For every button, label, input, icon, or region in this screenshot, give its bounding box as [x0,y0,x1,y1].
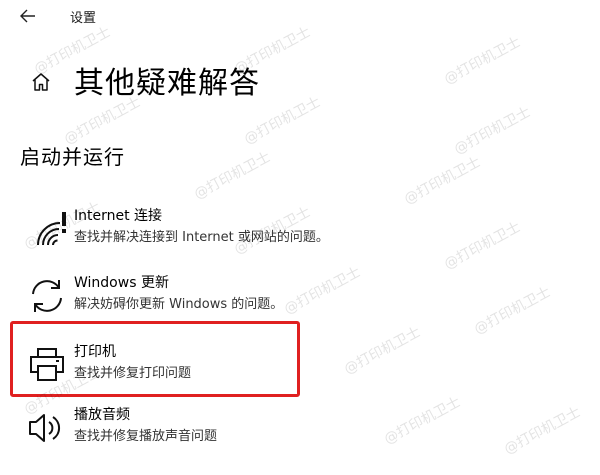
home-button[interactable] [30,71,52,93]
back-button[interactable] [14,4,42,28]
watermark: @打印机卫士 [451,104,534,158]
wifi-icon [37,212,66,246]
troubleshooter-windows-update[interactable]: Windows 更新 解决妨碍你更新 Windows 的问题。 [18,270,418,326]
printer-icon [30,348,64,381]
troubleshooter-audio[interactable]: 播放音频 查找并修复播放声音问题 [18,402,418,458]
watermark: @打印机卫士 [501,404,584,458]
troubleshooter-internet[interactable]: Internet 连接 查找并解决连接到 Internet 或网站的问题。 [18,203,418,259]
watermark: @打印机卫士 [441,34,524,88]
item-name: 播放音频 [74,407,130,423]
speaker-icon [29,414,60,442]
home-icon [32,73,50,91]
troubleshooter-printer[interactable]: 打印机 查找并修复打印问题 [18,339,418,395]
watermark: @打印机卫士 [441,219,524,273]
watermark: @打印机卫士 [471,284,554,338]
section-title: 启动并运行 [20,145,125,169]
window-title: 设置 [70,11,97,26]
item-description: 查找并修复打印问题 [74,366,192,381]
refresh-icon [32,280,62,312]
item-name: Internet 连接 [74,208,163,224]
page-title: 其他疑难解答 [74,66,260,101]
watermark: @打印机卫士 [191,149,274,203]
title-bar: 设置 [0,0,600,32]
back-arrow-icon [20,9,35,23]
watermark: @打印机卫士 [401,154,484,208]
item-name: Windows 更新 [74,275,169,291]
item-description: 解决妨碍你更新 Windows 的问题。 [74,297,284,312]
item-description: 查找并解决连接到 Internet 或网站的问题。 [74,230,329,245]
item-name: 打印机 [74,344,116,360]
item-description: 查找并修复播放声音问题 [74,429,218,444]
